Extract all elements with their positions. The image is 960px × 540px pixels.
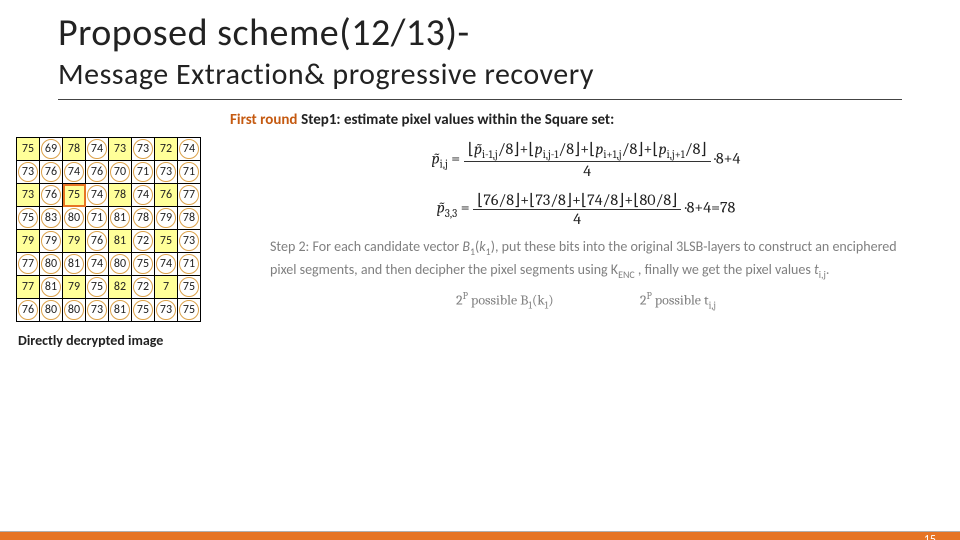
grid-cell: 74 [132, 184, 155, 207]
grid-cell: 77 [17, 253, 40, 276]
grid-cell: 82 [109, 276, 132, 299]
grid-cell: 75 [178, 276, 201, 299]
grid-cell: 73 [109, 138, 132, 161]
grid-cell: 75 [17, 138, 40, 161]
formula-generic: p̃i,j = ⌊p̃i-1,j/8⌋+⌊pi,j-1/8⌋+⌊pi+1,j/8… [270, 139, 902, 180]
step2-possibilities: 2P possible B1(k1) 2P possible ti,j [270, 290, 902, 311]
grid-cell: 80 [40, 299, 63, 322]
grid-cell: 74 [86, 184, 109, 207]
grid-cell: 83 [40, 207, 63, 230]
grid-cell: 75 [132, 253, 155, 276]
grid-cell: 76 [17, 299, 40, 322]
grid-cell: 74 [178, 138, 201, 161]
grid-cell: 77 [17, 276, 40, 299]
slide-subtitle: Message Extraction& progressive recovery [58, 56, 960, 93]
grid-cell: 70 [109, 161, 132, 184]
title-divider [58, 99, 902, 100]
grid-cell: 78 [178, 207, 201, 230]
grid-cell: 72 [132, 276, 155, 299]
grid-cell: 76 [155, 184, 178, 207]
formula-example: p̃3,3 = ⌊76/8⌋+⌊73/8⌋+⌊74/8⌋+⌊80/8⌋ 4 ·8… [270, 190, 902, 228]
left-column: 7569787473737274737674767071737173767574… [10, 129, 260, 349]
page-number: 15 [924, 533, 936, 540]
grid-caption: Directly decrypted image [18, 332, 260, 349]
grid-cell: 80 [40, 253, 63, 276]
grid-cell: 71 [86, 207, 109, 230]
grid-cell: 74 [63, 161, 86, 184]
grid-cell: 69 [40, 138, 63, 161]
step2-text: Step 2: For each candidate vector B1(k1)… [270, 236, 902, 282]
slide-title: Proposed scheme(12/13)- [58, 10, 960, 56]
grid-cell: 75 [17, 207, 40, 230]
grid-cell: 81 [109, 299, 132, 322]
grid-cell: 73 [86, 299, 109, 322]
grid-cell: 80 [63, 207, 86, 230]
grid-cell: 71 [178, 253, 201, 276]
grid-cell: 75 [155, 230, 178, 253]
grid-cell: 79 [17, 230, 40, 253]
grid-cell: 81 [109, 207, 132, 230]
grid-cell: 75 [86, 276, 109, 299]
grid-cell: 71 [178, 161, 201, 184]
grid-cell: 75 [63, 184, 86, 207]
grid-cell: 78 [63, 138, 86, 161]
first-round-label: First round [230, 111, 298, 129]
grid-cell: 81 [63, 253, 86, 276]
grid-cell: 73 [17, 184, 40, 207]
grid-cell: 78 [132, 207, 155, 230]
grid-cell: 73 [178, 230, 201, 253]
right-column: p̃i,j = ⌊p̃i-1,j/8⌋+⌊pi,j-1/8⌋+⌊pi+1,j/8… [260, 129, 902, 349]
grid-cell: 73 [17, 161, 40, 184]
grid-cell: 79 [63, 276, 86, 299]
grid-cell: 77 [178, 184, 201, 207]
grid-cell: 79 [155, 207, 178, 230]
grid-cell: 74 [86, 138, 109, 161]
formula1-num: ⌊p̃i-1,j/8⌋+⌊pi,j-1/8⌋+⌊pi+1,j/8⌋+⌊pi,j+… [464, 139, 711, 162]
grid-cell: 73 [132, 138, 155, 161]
grid-cell: 78 [109, 184, 132, 207]
grid-cell: 74 [155, 253, 178, 276]
slide-footer: 15 [0, 531, 960, 540]
grid-cell: 76 [86, 230, 109, 253]
grid-cell: 71 [132, 161, 155, 184]
grid-cell: 80 [63, 299, 86, 322]
formula2-num: ⌊76/8⌋+⌊73/8⌋+⌊74/8⌋+⌊80/8⌋ [473, 190, 681, 210]
grid-cell: 81 [40, 276, 63, 299]
grid-cell: 79 [63, 230, 86, 253]
grid-cell: 73 [155, 299, 178, 322]
main-content: 7569787473737274737674767071737173767574… [0, 129, 960, 349]
step1-label: Step1: estimate pixel values within the … [301, 111, 614, 129]
grid-cell: 79 [40, 230, 63, 253]
grid-cell: 81 [109, 230, 132, 253]
grid-cell: 76 [40, 184, 63, 207]
grid-cell: 73 [155, 161, 178, 184]
grid-cell: 76 [40, 161, 63, 184]
grid-cell: 76 [86, 161, 109, 184]
grid-cell: 80 [109, 253, 132, 276]
grid-cell: 72 [155, 138, 178, 161]
grid-cell: 75 [178, 299, 201, 322]
grid-cell: 75 [132, 299, 155, 322]
grid-cell: 72 [132, 230, 155, 253]
pixel-grid: 7569787473737274737674767071737173767574… [16, 137, 201, 322]
grid-cell: 7 [155, 276, 178, 299]
grid-cell: 74 [86, 253, 109, 276]
